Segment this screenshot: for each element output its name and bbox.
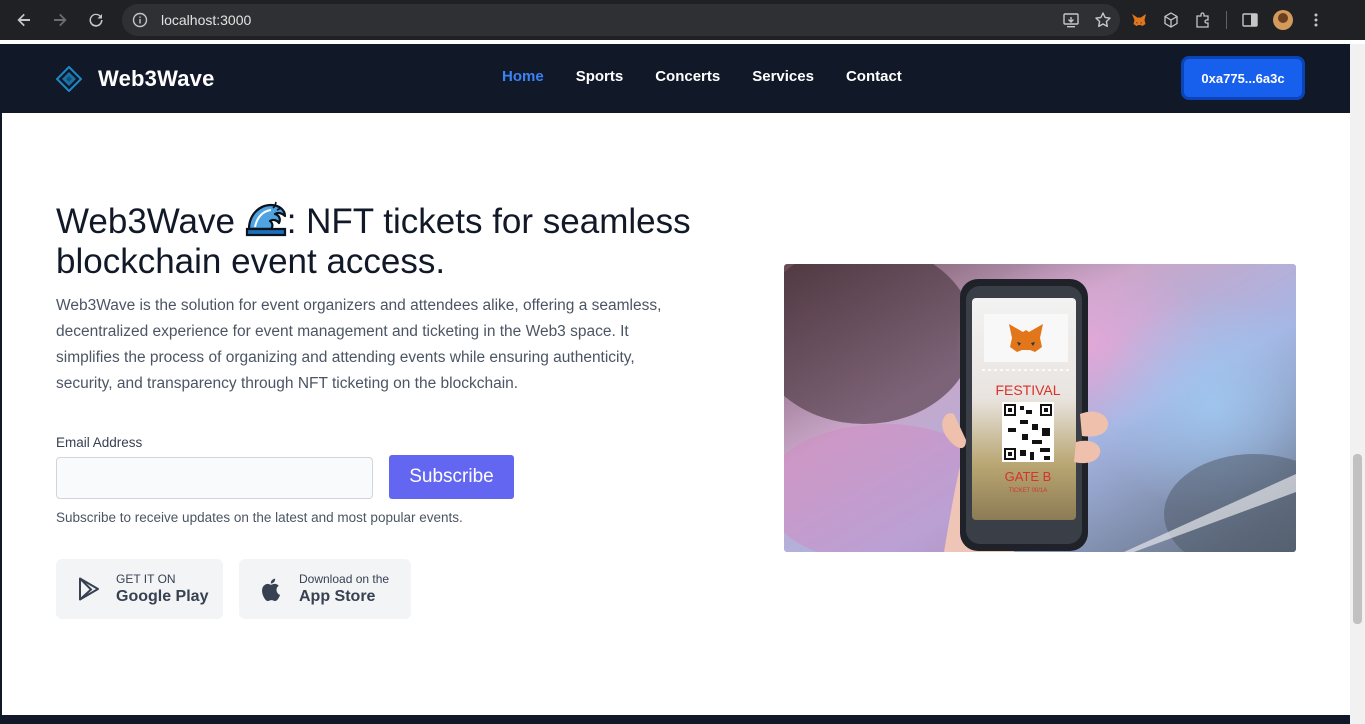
main-menu: Home Sports Concerts Services Contact xyxy=(502,68,902,85)
app-store-big-text: App Store xyxy=(299,588,376,605)
subscribe-button[interactable]: Subscribe xyxy=(389,455,514,499)
brand-name: Web3Wave xyxy=(98,66,215,91)
google-play-icon xyxy=(79,577,99,601)
metamask-extension-icon[interactable] xyxy=(1130,11,1148,29)
reload-icon[interactable] xyxy=(78,0,114,40)
footer-edge xyxy=(2,715,1350,724)
google-play-button[interactable]: GET IT ON Google Play xyxy=(56,559,223,619)
subscribe-note: Subscribe to receive updates on the late… xyxy=(56,510,463,525)
nav-link-services[interactable]: Services xyxy=(752,68,814,85)
page-scrollbar[interactable] xyxy=(1350,44,1365,724)
ticket-subtitle: TICKET 00/1A xyxy=(1009,488,1048,494)
install-icon[interactable] xyxy=(1062,11,1080,29)
kebab-menu-icon[interactable] xyxy=(1307,11,1325,29)
wallet-address-button[interactable]: 0xa775...6a3c xyxy=(1181,56,1305,100)
brand-logo-icon xyxy=(56,66,82,92)
hero-description: Web3Wave is the solution for event organ… xyxy=(56,297,662,392)
brand[interactable]: Web3Wave xyxy=(56,66,215,92)
apple-icon xyxy=(262,578,280,602)
nav-link-contact[interactable]: Contact xyxy=(846,68,902,85)
cube-extension-icon[interactable] xyxy=(1162,11,1180,29)
nav-link-home[interactable]: Home xyxy=(502,68,544,85)
toolbar-separator xyxy=(1226,11,1227,29)
hero-title-prefix: Web3Wave xyxy=(56,202,245,241)
email-field[interactable] xyxy=(56,457,373,499)
side-panel-icon[interactable] xyxy=(1241,11,1259,29)
hero-title: Web3Wave : NFT tickets for seamless bloc… xyxy=(56,199,696,282)
google-play-big-text: Google Play xyxy=(116,588,209,605)
profile-avatar[interactable] xyxy=(1273,10,1293,30)
site-info-icon[interactable] xyxy=(132,12,148,28)
ticket-gate: GATE B xyxy=(1005,469,1052,484)
url-text: localhost:3000 xyxy=(161,12,252,28)
puzzle-extensions-icon[interactable] xyxy=(1194,11,1212,29)
app-store-small-text: Download on the xyxy=(299,572,390,586)
ticket-title: FESTIVAL xyxy=(995,382,1060,398)
back-icon[interactable] xyxy=(6,0,42,40)
site-navbar: Web3Wave Home Sports Concerts Services C… xyxy=(2,44,1350,113)
email-label: Email Address xyxy=(56,435,143,450)
nav-link-sports[interactable]: Sports xyxy=(576,68,624,85)
app-store-button[interactable]: Download on the App Store xyxy=(239,559,411,619)
page-viewport: Web3Wave Home Sports Concerts Services C… xyxy=(0,44,1350,724)
nav-link-concerts[interactable]: Concerts xyxy=(655,68,720,85)
wave-emoji-icon xyxy=(245,199,287,239)
google-play-small-text: GET IT ON xyxy=(116,572,176,586)
browser-toolbar: localhost:3000 xyxy=(0,0,1365,40)
scrollbar-thumb[interactable] xyxy=(1353,454,1362,624)
address-bar[interactable]: localhost:3000 xyxy=(122,4,1120,36)
forward-icon[interactable] xyxy=(42,0,78,40)
bookmark-star-icon[interactable] xyxy=(1094,11,1112,29)
hero-image: FESTIVAL GATE B TICKET 00/1A xyxy=(784,264,1296,552)
